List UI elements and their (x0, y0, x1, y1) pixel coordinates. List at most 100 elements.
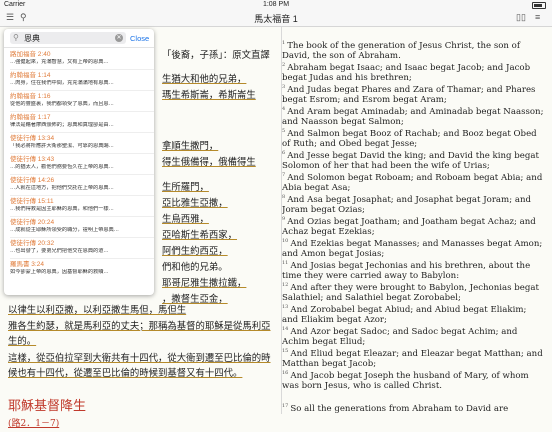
verse-number: 12 (282, 282, 289, 288)
result-snippet: 如今卻蒙上帝的恩典，因基督耶穌的救贖… (10, 269, 109, 275)
result-snippet: 「我必將所應許大衛那聖潔、可靠的恩典賜… (10, 143, 114, 149)
search-icon: ⚲ (13, 33, 19, 42)
verse-line: 亞比雅生亞撒， (162, 198, 228, 209)
verse: 5 And Salmon begat Booz of Rachab; and Bo… (282, 126, 544, 150)
verse: 10 And Ezekias begat Manasses; and Manass… (282, 236, 544, 260)
verse-text: And Ezekias begat Manasses; and Manasses… (282, 238, 543, 260)
result-snippet: …人就在這地方，把他們交託在上帝的恩典… (10, 185, 114, 191)
divider (10, 258, 154, 259)
result-reference: 使徒行傳 20:32 (10, 240, 55, 247)
search-result[interactable]: 使徒行傳 15:11 …我們得救是因主耶穌的恩典，和他們一樣… (10, 198, 150, 213)
close-button[interactable]: Close (130, 34, 149, 43)
verse-line: 瑪生希斯崙，希斯崙生 (162, 90, 256, 101)
verse-line: 耶哥尼雅生撒拉鐵， (162, 278, 247, 289)
search-result[interactable]: 使徒行傳 20:24 …成就從主耶穌所領受的職分，證明上帝恩典… (10, 219, 150, 234)
result-snippet: …成就從主耶穌所領受的職分，證明上帝恩典… (10, 227, 119, 233)
search-result[interactable]: 約翰福音 1:17 律法是藉著摩西頒佈的；恩典和真理卻是由… (10, 114, 150, 129)
verse-text: Abraham begat Isaac; and Isaac begat Jac… (282, 62, 531, 84)
verse: 4 And Aram begat Aminadab; and Aminadab b… (282, 104, 544, 128)
divider (10, 216, 154, 217)
divider (10, 237, 154, 238)
verse: 8 And Asa begat Josaphat; and Josaphat be… (282, 192, 544, 216)
verse-text: And Eliud begat Eleazar; and Eleazar beg… (282, 348, 543, 370)
verse-number: 5 (282, 128, 286, 134)
verse-line: 拿順生撒門， (162, 141, 219, 152)
search-input[interactable]: 恩典 (24, 33, 40, 44)
verse-number: 10 (282, 238, 289, 244)
result-reference: 使徒行傳 13:34 (10, 135, 55, 142)
verse-17-text: 這樣，從亞伯拉罕到大衛共有十四代，從大衛到遷至巴比倫的時候也有十四代，從遷至巴比… (8, 353, 271, 379)
verse-number: 15 (282, 348, 289, 354)
status-bar: Carrier 1:08 PM (0, 0, 552, 10)
verse-line: 得生俄備得，俄備得生 (162, 157, 256, 168)
battery-icon (532, 2, 546, 9)
search-result[interactable]: 羅馬書 3:24 如今卻蒙上帝的恩典，因基督耶穌的救贖… (10, 261, 150, 276)
verse-text: And Judas begat Phares and Zara of Thama… (282, 84, 536, 106)
result-snippet: …我們得救是因主耶穌的恩典，和他們一樣… (10, 206, 114, 212)
result-reference: 使徒行傳 13:43 (10, 156, 55, 163)
clock: 1:08 PM (262, 1, 290, 8)
verse-line: 雅各生約瑟，就是馬利亞的丈夫；那稱為基督的耶穌是從馬利亞生的。 (8, 321, 271, 347)
result-reference: 約翰福音 1:16 (10, 93, 51, 100)
book-icon[interactable]: ▯▯ (516, 12, 526, 23)
verse: 9 And Ozias begat Joatham; and Joatham be… (282, 214, 544, 238)
divider (4, 47, 154, 48)
result-snippet: …也出發了，要弟兄們把他交在恩典的道… (10, 248, 109, 254)
verse: 6 And Jesse begat David the king; and Dav… (282, 148, 544, 172)
verse-number: 2 (282, 62, 286, 68)
divider (10, 90, 154, 91)
verse-line: 生所羅門， (162, 182, 209, 193)
result-reference: 約翰福音 1:17 (10, 114, 51, 121)
verse-line: 生烏西雅， (162, 214, 209, 225)
verse-text: And Asa begat Josaphat; and Josaphat beg… (282, 194, 531, 216)
result-snippet: …的猶太人，勸他們務要恆久在上帝的恩典… (10, 164, 114, 170)
verse-line: 生猶大和他的兄弟， (162, 74, 247, 85)
verse: 1 The book of the generation of Jesus Chr… (282, 38, 544, 62)
result-reference: 使徒行傳 20:24 (10, 219, 55, 226)
search-result[interactable]: 使徒行傳 13:43 …的猶太人，勸他們務要恆久在上帝的恩典… (10, 156, 150, 171)
result-snippet: …強健起來，充滿智慧，又有上帝的恩典… (10, 59, 109, 65)
verse-text: And Salmon begat Booz of Rachab; and Boo… (282, 128, 537, 150)
result-snippet: …肉身，住在我們中間，充充滿滿地有恩典… (10, 80, 114, 86)
verse: 2 Abraham begat Isaac; and Isaac begat Ja… (282, 60, 544, 84)
search-popover: ⚲ 恩典 ✕ Close 路加福音 2:40 …強健起來，充滿智慧，又有上帝的恩典… (4, 29, 154, 295)
verse-text: And Josias begat Jechonias and his breth… (282, 260, 531, 282)
verse-text: So all the generations from Abraham to D… (290, 403, 509, 414)
search-result[interactable]: 使徒行傳 14:26 …人就在這地方，把他們交託在上帝的恩典… (10, 177, 150, 192)
verse-number: 13 (282, 304, 289, 310)
search-result[interactable]: 使徒行傳 20:32 …也出發了，要弟兄們把他交在恩典的道… (10, 240, 150, 255)
search-result[interactable]: 約翰福音 1:16 從他的豐盛裏，我們都領受了恩典，而且恩… (10, 93, 150, 108)
verse-number: 14 (282, 326, 289, 332)
verse-line: 們和他的兄弟。 (162, 262, 228, 273)
divider (10, 132, 154, 133)
verse-number: 9 (282, 216, 286, 222)
verse-number: 3 (282, 84, 286, 90)
divider (10, 69, 154, 70)
verse-number: 4 (282, 106, 286, 112)
result-reference: 使徒行傳 15:11 (10, 198, 54, 205)
verse: 14 And Azor begat Sadoc; and Sadoc begat … (282, 324, 544, 348)
result-reference: 羅馬書 3:24 (10, 261, 44, 268)
search-field-container[interactable]: ⚲ 恩典 ✕ (10, 32, 126, 44)
cross-reference-link[interactable]: (路2．1－7) (8, 417, 59, 432)
verse-number: 11 (282, 260, 289, 266)
search-result[interactable]: 路加福音 2:40 …強健起來，充滿智慧，又有上帝的恩典… (10, 51, 150, 66)
search-result[interactable]: 約翰福音 1:14 …肉身，住在我們中間，充充滿滿地有恩典… (10, 72, 150, 87)
verse-text: And after they were brought to Babylon, … (282, 282, 539, 304)
verse-text: And Aram begat Aminadab; and Aminadab be… (282, 106, 544, 128)
verse-text: And Zorobabel begat Abiud; and Abiud beg… (282, 304, 527, 326)
verse-line: 「後裔，子孫」：原文直譯 (162, 50, 270, 61)
verse-text: And Jacob begat Joseph the husband of Ma… (282, 370, 529, 392)
menu-icon[interactable]: ≡ (535, 12, 540, 22)
verse-text: And Ozias begat Joatham; and Joatham beg… (282, 216, 536, 238)
clear-search-icon[interactable]: ✕ (115, 34, 123, 42)
verse-line: 以律生以利亞撒，以利亞撒生馬但，馬但生 (8, 305, 187, 316)
verse-number: 17 (282, 403, 289, 409)
verse-line: 亞哈斯生希西家， (162, 230, 238, 241)
chapter-title[interactable]: 馬太福音 1 (0, 12, 552, 25)
search-result[interactable]: 使徒行傳 13:34 「我必將所應許大衛那聖潔、可靠的恩典賜… (10, 135, 150, 150)
divider (10, 111, 154, 112)
result-snippet: 從他的豐盛裏，我們都領受了恩典，而且恩… (10, 101, 114, 107)
verse: 11 And Josias begat Jechonias and his bre… (282, 258, 544, 282)
verse: 17 So all the generations from Abraham to… (282, 401, 544, 414)
